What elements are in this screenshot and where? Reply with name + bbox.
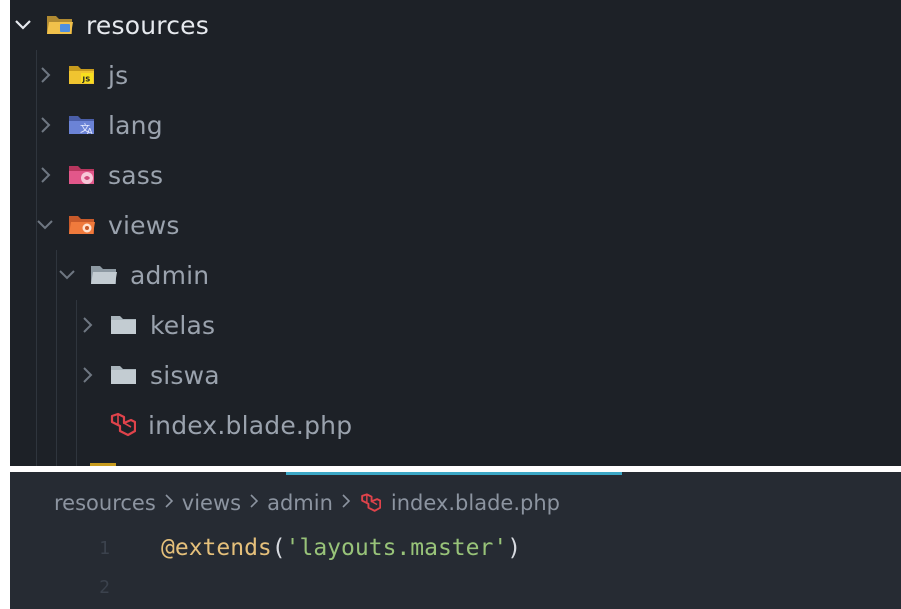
laravel-blade-icon [108,412,136,438]
line-number: 1 [99,537,110,559]
folder-open-icon [90,262,118,288]
tree-item-label: js [108,60,129,90]
code-text[interactable]: @extends('layouts.master') [161,535,521,561]
svg-text:JS: JS [82,76,91,84]
tree-item-partial [10,458,901,466]
string-literal: 'layouts.master' [285,535,508,561]
sass-folder-icon [68,162,96,188]
lang-folder-icon: 文 A [68,112,96,138]
tree-item-admin[interactable]: admin [10,250,901,300]
chevron-down-icon [34,214,56,236]
views-folder-open-icon [68,212,96,238]
chevron-right-icon [163,491,175,516]
code-line[interactable]: 2 [10,569,901,605]
tree-item-js[interactable]: JS js [10,50,901,100]
laravel-blade-icon [359,492,382,514]
horizontal-scroll-indicator[interactable] [286,472,622,475]
blade-directive: @extends [161,535,272,561]
chevron-down-icon [12,14,34,36]
code-line[interactable]: 1 @extends('layouts.master') [10,530,901,566]
screenshot: resources JS js 文 A lang sass views admi… [0,0,901,609]
tree-item-label: siswa [150,360,220,390]
open-paren: ( [271,535,286,561]
tree-item-label: views [108,210,180,240]
chevron-right-icon [34,64,56,86]
tree-item-views[interactable]: views [10,200,901,250]
folder-icon [110,362,138,388]
chevron-right-icon [34,114,56,136]
tree-item-kelas[interactable]: kelas [10,300,901,350]
chevron-right-icon [340,491,352,516]
tree-item-sass[interactable]: sass [10,150,901,200]
tree-item-label: lang [108,110,163,140]
tree-item-lang[interactable]: 文 A lang [10,100,901,150]
tree-item-siswa[interactable]: siswa [10,350,901,400]
chevron-down-icon [56,264,78,286]
js-folder-icon: JS [68,62,96,88]
code-editor[interactable]: resources views admin index.blade.php 1 [10,472,901,609]
breadcrumb: resources views admin index.blade.php [54,486,560,520]
breadcrumb-item-views[interactable]: views [182,491,241,515]
tree-item-index-blade-php[interactable]: index.blade.php [10,400,901,450]
breadcrumb-item-admin[interactable]: admin [267,491,333,515]
breadcrumb-item-file[interactable]: index.blade.php [391,491,560,515]
tree-item-label: index.blade.php [148,410,353,440]
tree-item-label: kelas [150,310,216,340]
folder-icon [110,312,138,338]
file-explorer: resources JS js 文 A lang sass views admi… [10,0,901,466]
svg-text:A: A [87,127,93,136]
tree-item-resources[interactable]: resources [10,0,901,50]
chevron-right-icon [248,491,260,516]
close-paren: ) [507,535,522,561]
line-number: 2 [99,576,110,598]
chevron-right-icon [34,164,56,186]
resources-folder-open-icon [46,12,74,38]
tree-item-label: admin [130,260,210,290]
tree-item-label: resources [86,10,209,40]
breadcrumb-item-resources[interactable]: resources [54,491,156,515]
tree-item-label: sass [108,160,164,190]
chevron-right-icon [76,364,98,386]
chevron-right-icon [76,314,98,336]
